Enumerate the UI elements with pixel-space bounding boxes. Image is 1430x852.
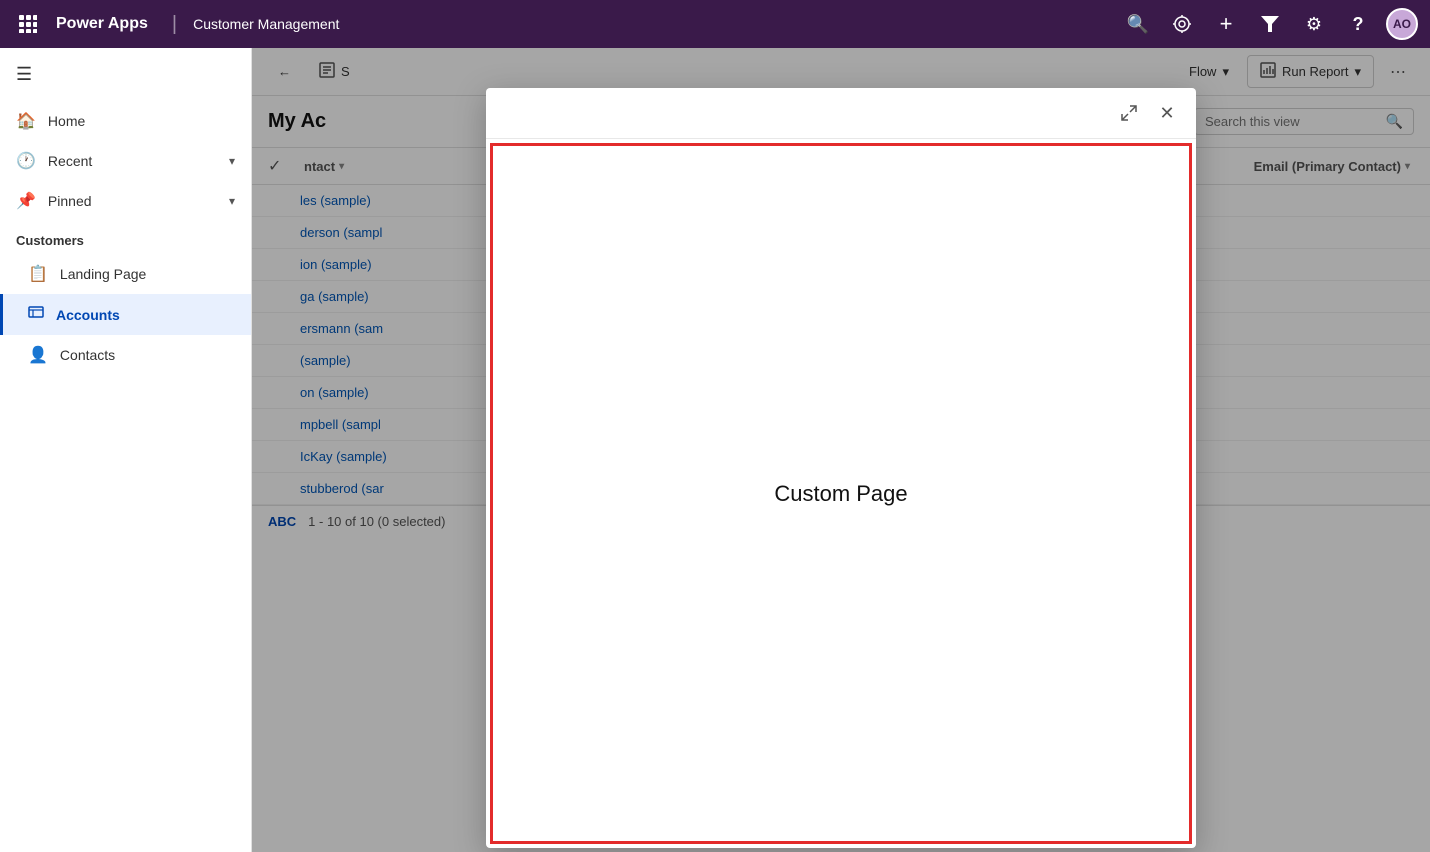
sidebar-item-pinned[interactable]: 📌 Pinned ▾ [0, 181, 251, 221]
nav-divider: | [172, 13, 177, 36]
sidebar-item-recent[interactable]: 🕐 Recent ▾ [0, 141, 251, 181]
main-layout: ☰ 🏠 Home 🕐 Recent ▾ 📌 Pinned ▾ Customers… [0, 48, 1430, 852]
modal-dialog: ✕ Custom Page [486, 88, 1196, 848]
modal-top-bar: ✕ [486, 88, 1196, 139]
app-name: Customer Management [193, 16, 339, 32]
user-avatar[interactable]: AO [1386, 8, 1418, 40]
waffle-icon[interactable] [12, 8, 44, 40]
target-icon[interactable] [1166, 8, 1198, 40]
sidebar-accounts-label: Accounts [56, 307, 120, 323]
modal-body: Custom Page [490, 143, 1192, 844]
modal-close-button[interactable]: ✕ [1152, 98, 1182, 128]
add-icon[interactable]: + [1210, 8, 1242, 40]
help-icon[interactable]: ? [1342, 8, 1374, 40]
filter-top-icon[interactable] [1254, 8, 1286, 40]
customers-section-title: Customers [0, 221, 251, 254]
content-area: ← S Flow ▾ [252, 48, 1430, 852]
sidebar-item-contacts[interactable]: 👤 Contacts [0, 335, 251, 375]
contacts-icon: 👤 [28, 345, 48, 365]
sidebar-contacts-label: Contacts [60, 347, 115, 363]
pinned-icon: 📌 [16, 191, 36, 211]
recent-icon: 🕐 [16, 151, 36, 171]
sidebar-landing-label: Landing Page [60, 266, 146, 282]
search-icon[interactable]: 🔍 [1122, 8, 1154, 40]
hamburger-button[interactable]: ☰ [0, 48, 251, 101]
accounts-icon [28, 304, 44, 325]
sidebar-recent-label: Recent [48, 153, 92, 169]
top-nav: Power Apps | Customer Management 🔍 + ⚙ ?… [0, 0, 1430, 48]
settings-icon[interactable]: ⚙ [1298, 8, 1330, 40]
landing-page-icon: 📋 [28, 264, 48, 284]
modal-overlay: ✕ Custom Page [252, 48, 1430, 852]
home-icon: 🏠 [16, 111, 36, 131]
sidebar: ☰ 🏠 Home 🕐 Recent ▾ 📌 Pinned ▾ Customers… [0, 48, 252, 852]
modal-expand-button[interactable] [1114, 98, 1144, 128]
brand-name: Power Apps [56, 15, 148, 33]
modal-body-text: Custom Page [774, 481, 907, 507]
sidebar-item-home[interactable]: 🏠 Home [0, 101, 251, 141]
sidebar-home-label: Home [48, 113, 85, 129]
sidebar-item-landing-page[interactable]: 📋 Landing Page [0, 254, 251, 294]
pinned-chevron-icon: ▾ [229, 194, 235, 208]
sidebar-pinned-label: Pinned [48, 193, 92, 209]
recent-chevron-icon: ▾ [229, 154, 235, 168]
sidebar-item-accounts[interactable]: Accounts [0, 294, 251, 335]
